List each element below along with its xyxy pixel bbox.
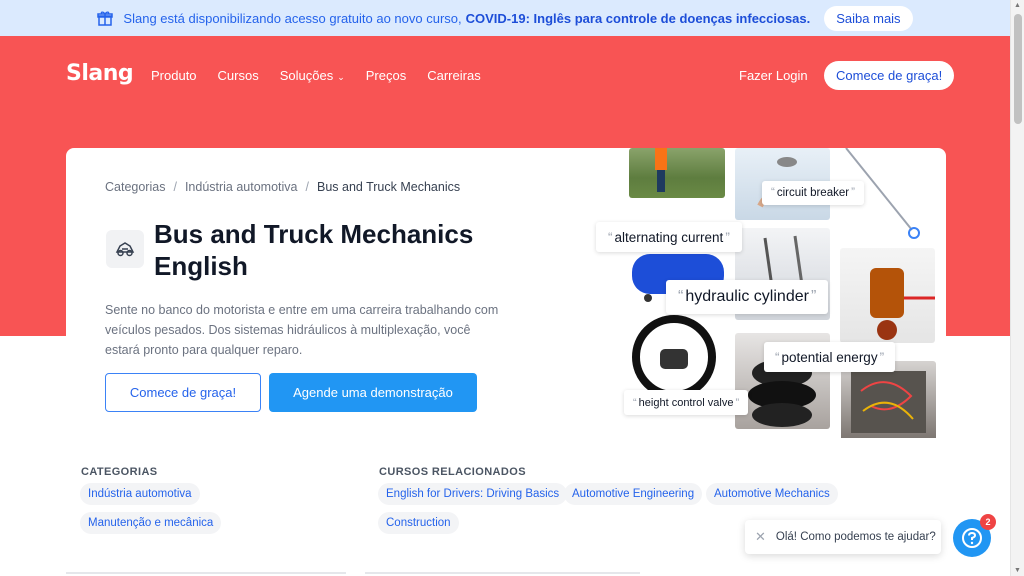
electrical-panel-photo — [841, 361, 936, 438]
related-courses-heading: CURSOS RELACIONADOS — [379, 466, 526, 478]
schedule-demo-button[interactable]: Agende uma demonstração — [269, 373, 477, 412]
car-category-icon — [106, 230, 144, 268]
breadcrumb-automotiva[interactable]: Indústria automotiva — [185, 180, 298, 194]
breadcrumb-categorias[interactable]: Categorias — [105, 180, 165, 194]
course-chip-automotive-mechanics[interactable]: Automotive Mechanics — [706, 483, 838, 505]
breadcrumb-current: Bus and Truck Mechanics — [316, 180, 461, 194]
nav-solucoes-label: Soluções — [279, 68, 334, 83]
hero-description: Sente no banco do motorista e entre em u… — [105, 303, 499, 357]
course-chip-automotive-engineering[interactable]: Automotive Engineering — [564, 483, 703, 505]
nav-cta-button[interactable]: Comece de graça! — [824, 61, 955, 90]
nav-precos[interactable]: Preços — [366, 68, 406, 83]
gift-icon — [97, 10, 114, 26]
page-scrollbar[interactable]: ▲ ▼ — [1010, 0, 1024, 576]
vocab-text: height control valve — [638, 396, 734, 409]
category-chip-manutencao[interactable]: Manutenção e mecânica — [80, 512, 222, 534]
vocab-text: alternating current — [614, 229, 724, 245]
question-icon — [962, 528, 982, 548]
steering-wheel-photo — [628, 313, 724, 401]
vocab-tag-circuit-breaker: “circuit breaker” — [762, 181, 864, 205]
worker-photo — [629, 148, 725, 198]
login-link[interactable]: Fazer Login — [739, 68, 808, 83]
scroll-down-icon[interactable]: ▼ — [1014, 567, 1021, 574]
course-chip-construction[interactable]: Construction — [378, 512, 459, 534]
vocab-tag-hydraulic-cylinder: “hydraulic cylinder” — [666, 280, 829, 314]
vocab-tag-height-control-valve: “height control valve” — [624, 390, 749, 415]
announcement-bar: Slang está disponibilizando acesso gratu… — [0, 0, 1010, 36]
nav-solucoes[interactable]: Soluções ⌄ — [280, 68, 345, 83]
close-icon[interactable]: ✕ — [755, 529, 766, 545]
nav-links: Produto Cursos Soluções ⌄ Preços Carreira… — [151, 68, 481, 83]
categories-heading: CATEGORIAS — [81, 466, 158, 478]
chevron-down-icon: ⌄ — [337, 72, 345, 82]
learn-more-button[interactable]: Saiba mais — [824, 5, 913, 31]
nav-carreiras[interactable]: Carreiras — [427, 68, 480, 83]
vocab-text: potential energy — [781, 349, 878, 365]
vocab-tag-potential-energy: “potential energy” — [764, 342, 896, 372]
card-edge — [66, 572, 346, 574]
card-edge — [365, 572, 640, 574]
page-title: Bus and Truck Mechanics English — [154, 219, 474, 281]
valve-photo — [840, 248, 935, 343]
breadcrumb: Categorias / Indústria automotiva / Bus … — [105, 180, 460, 194]
announcement-course[interactable]: COVID-19: Inglês para controle de doença… — [466, 11, 811, 26]
breadcrumb-separator: / — [305, 180, 309, 194]
category-chip-automotiva[interactable]: Indústria automotiva — [80, 483, 200, 505]
vocab-text: circuit breaker — [776, 187, 850, 199]
top-nav: Slang Produto Cursos Soluções ⌄ Preços Ca… — [0, 56, 1010, 96]
vocab-text: hydraulic cylinder — [685, 288, 809, 305]
vocab-tag-alternating-current: “alternating current” — [596, 222, 742, 252]
breadcrumb-separator: / — [173, 180, 177, 194]
logo[interactable]: Slang — [66, 61, 134, 86]
chat-greeting[interactable]: ✕ Olá! Como podemos te ajudar? — [745, 520, 941, 554]
scroll-up-icon[interactable]: ▲ — [1014, 2, 1021, 9]
hero-card: Categorias / Indústria automotiva / Bus … — [66, 148, 946, 438]
start-free-button[interactable]: Comece de graça! — [105, 373, 261, 412]
course-chip-drivers[interactable]: English for Drivers: Driving Basics — [378, 483, 568, 505]
chat-message: Olá! Como podemos te ajudar? — [775, 531, 936, 543]
nav-cursos[interactable]: Cursos — [218, 68, 259, 83]
scrollbar-thumb[interactable] — [1014, 14, 1022, 124]
notification-badge: 2 — [980, 514, 996, 530]
announcement-text: Slang está disponibilizando acesso gratu… — [123, 10, 462, 26]
nav-produto[interactable]: Produto — [151, 68, 197, 83]
